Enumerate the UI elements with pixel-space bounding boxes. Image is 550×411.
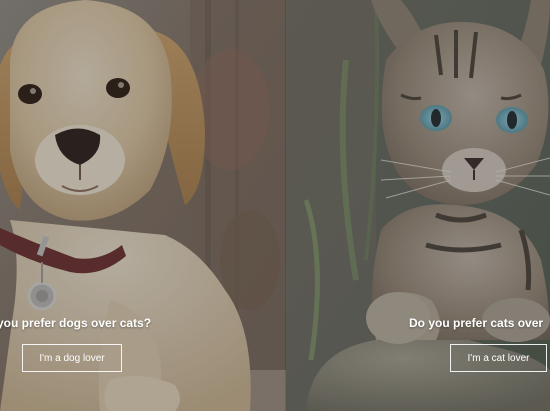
dog-question: you prefer dogs over cats? — [0, 316, 152, 330]
cat-lover-button[interactable]: I'm a cat lover — [450, 344, 547, 372]
dog-lover-button[interactable]: I'm a dog lover — [22, 344, 122, 372]
pet-preference-page: you prefer dogs over cats? I'm a dog lov… — [0, 0, 550, 411]
dog-panel: you prefer dogs over cats? I'm a dog lov… — [0, 0, 286, 411]
cat-question: Do you prefer cats over — [409, 316, 544, 330]
cat-panel: Do you prefer cats over I'm a cat lover — [286, 0, 550, 411]
